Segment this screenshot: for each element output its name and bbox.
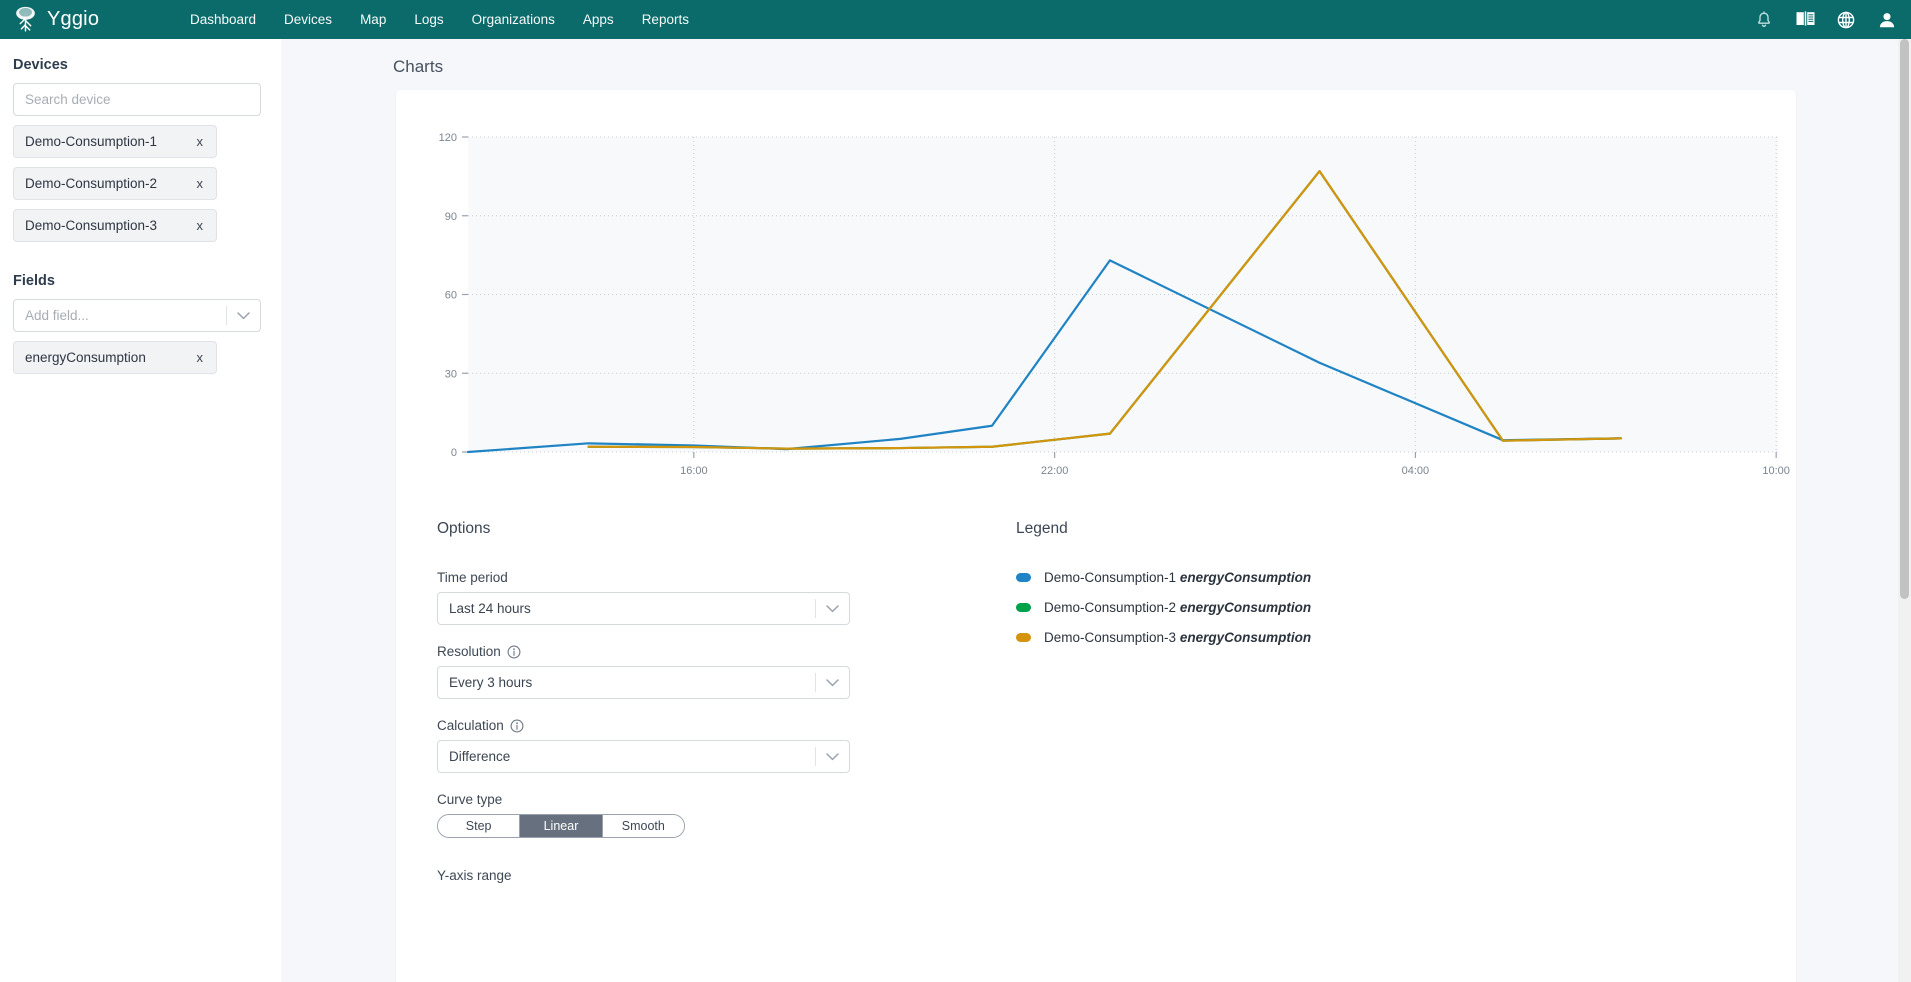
legend-heading: Legend xyxy=(1016,520,1068,537)
energy-consumption-line-chart[interactable]: 0 30 60 90 120 16:00 22:00 04:00 10:00 xyxy=(396,104,1796,504)
svg-text:0: 0 xyxy=(451,447,457,459)
book-icon[interactable] xyxy=(1795,10,1815,30)
nav-link-dashboard[interactable]: Dashboard xyxy=(176,6,270,33)
remove-device-icon[interactable]: x xyxy=(197,135,204,148)
curve-type-option-smooth[interactable]: Smooth xyxy=(602,815,684,837)
options-panel: Options Time period Last 24 hours Resolu… xyxy=(437,520,957,890)
chevron-down-icon[interactable] xyxy=(227,311,260,320)
chevron-down-icon[interactable] xyxy=(816,752,849,761)
bell-icon[interactable] xyxy=(1754,10,1774,30)
resolution-label: Resolution xyxy=(437,644,957,659)
calculation-value: Difference xyxy=(449,749,511,764)
svg-text:60: 60 xyxy=(445,290,457,302)
legend-device-name: Demo-Consumption-3 xyxy=(1044,630,1177,645)
y-axis-range-label: Y-axis range xyxy=(437,868,957,883)
device-chip-3[interactable]: Demo-Consumption-3 x xyxy=(13,209,217,242)
search-device-input[interactable] xyxy=(13,83,261,116)
svg-text:30: 30 xyxy=(445,368,457,380)
device-chip-label: Demo-Consumption-2 xyxy=(25,176,158,191)
globe-icon[interactable] xyxy=(1836,10,1856,30)
nav-link-reports[interactable]: Reports xyxy=(628,6,703,33)
chevron-down-icon[interactable] xyxy=(816,604,849,613)
charts-card: 0 30 60 90 120 16:00 22:00 04:00 10:00 Options T… xyxy=(396,90,1796,982)
svg-text:04:00: 04:00 xyxy=(1402,465,1430,477)
device-chip-label: Demo-Consumption-3 xyxy=(25,218,158,233)
resolution-select[interactable]: Every 3 hours xyxy=(437,666,850,699)
app-root: Yggio Dashboard Devices Map Logs Organiz… xyxy=(0,0,1911,982)
nav-link-logs[interactable]: Logs xyxy=(400,6,457,33)
top-nav-links: Dashboard Devices Map Logs Organizations… xyxy=(176,6,703,33)
top-navigation-bar: Yggio Dashboard Devices Map Logs Organiz… xyxy=(0,0,1911,39)
legend-item-label: Demo-Consumption-3 energyConsumption xyxy=(1044,630,1311,645)
legend-color-swatch xyxy=(1016,573,1031,582)
svg-text:22:00: 22:00 xyxy=(1041,465,1069,477)
nav-link-apps[interactable]: Apps xyxy=(569,6,628,33)
scrollbar-thumb[interactable] xyxy=(1900,39,1909,599)
curve-type-option-step[interactable]: Step xyxy=(438,815,521,837)
field-chip-label: energyConsumption xyxy=(25,350,146,365)
legend-panel: Legend Demo-Consumption-1 energyConsumpt… xyxy=(1016,520,1576,660)
options-heading: Options xyxy=(437,520,491,537)
page-scrollbar[interactable] xyxy=(1898,39,1911,982)
curve-type-option-linear[interactable]: Linear xyxy=(520,815,603,837)
user-icon[interactable] xyxy=(1877,10,1897,30)
legend-device-name: Demo-Consumption-2 xyxy=(1044,600,1177,615)
legend-field-name: energyConsumption xyxy=(1179,570,1312,585)
resolution-value: Every 3 hours xyxy=(449,675,533,690)
brand-name: Yggio xyxy=(47,8,100,30)
nav-link-devices[interactable]: Devices xyxy=(270,6,346,33)
time-period-select[interactable]: Last 24 hours xyxy=(437,592,850,625)
curve-type-segmented-control: Step Linear Smooth xyxy=(437,814,685,838)
page-title: Charts xyxy=(393,57,444,76)
legend-item-label: Demo-Consumption-2 energyConsumption xyxy=(1044,600,1311,615)
legend-item-1[interactable]: Demo-Consumption-1 energyConsumption xyxy=(1016,570,1576,585)
field-chip-1[interactable]: energyConsumption x xyxy=(13,341,217,374)
legend-field-name: energyConsumption xyxy=(1179,630,1312,645)
curve-type-label: Curve type xyxy=(437,792,957,807)
y-axis-range-label-text: Y-axis range xyxy=(437,868,512,883)
add-field-placeholder: Add field... xyxy=(25,308,89,323)
resolution-label-text: Resolution xyxy=(437,644,501,659)
legend-device-name: Demo-Consumption-1 xyxy=(1044,570,1177,585)
legend-item-label: Demo-Consumption-1 energyConsumption xyxy=(1044,570,1311,585)
legend-color-swatch xyxy=(1016,603,1031,612)
add-field-select[interactable]: Add field... xyxy=(13,299,261,332)
device-chip-1[interactable]: Demo-Consumption-1 x xyxy=(13,125,217,158)
main-content: Charts 0 30 60 90 120 16:00 22:00 04:00 10:00 Op… xyxy=(281,39,1911,982)
svg-text:16:00: 16:00 xyxy=(680,465,708,477)
remove-device-icon[interactable]: x xyxy=(197,177,204,190)
calculation-label-text: Calculation xyxy=(437,718,504,733)
time-period-value: Last 24 hours xyxy=(449,601,531,616)
nav-link-organizations[interactable]: Organizations xyxy=(458,6,569,33)
device-chip-2[interactable]: Demo-Consumption-2 x xyxy=(13,167,217,200)
brand[interactable]: Yggio xyxy=(13,6,163,33)
chevron-down-icon[interactable] xyxy=(816,678,849,687)
device-chip-label: Demo-Consumption-1 xyxy=(25,134,158,149)
devices-section-title: Devices xyxy=(13,57,68,73)
legend-color-swatch xyxy=(1016,633,1031,642)
svg-text:90: 90 xyxy=(445,211,457,223)
svg-text:10:00: 10:00 xyxy=(1762,465,1790,477)
time-period-label-text: Time period xyxy=(437,570,508,585)
time-period-label: Time period xyxy=(437,570,957,585)
info-icon[interactable] xyxy=(510,719,524,733)
curve-type-label-text: Curve type xyxy=(437,792,503,807)
remove-field-icon[interactable]: x xyxy=(197,351,204,364)
nav-link-map[interactable]: Map xyxy=(346,6,400,33)
info-icon[interactable] xyxy=(507,645,521,659)
legend-item-3[interactable]: Demo-Consumption-3 energyConsumption xyxy=(1016,630,1576,645)
left-sidebar: Devices Demo-Consumption-1 x Demo-Consum… xyxy=(0,39,281,982)
top-bar-actions xyxy=(1754,0,1897,39)
svg-text:120: 120 xyxy=(439,132,457,144)
chart-container: 0 30 60 90 120 16:00 22:00 04:00 10:00 xyxy=(396,104,1796,504)
legend-item-2[interactable]: Demo-Consumption-2 energyConsumption xyxy=(1016,600,1576,615)
tree-icon xyxy=(13,6,38,33)
remove-device-icon[interactable]: x xyxy=(197,219,204,232)
calculation-select[interactable]: Difference xyxy=(437,740,850,773)
calculation-label: Calculation xyxy=(437,718,957,733)
fields-section-title: Fields xyxy=(13,273,55,289)
legend-field-name: energyConsumption xyxy=(1179,600,1312,615)
